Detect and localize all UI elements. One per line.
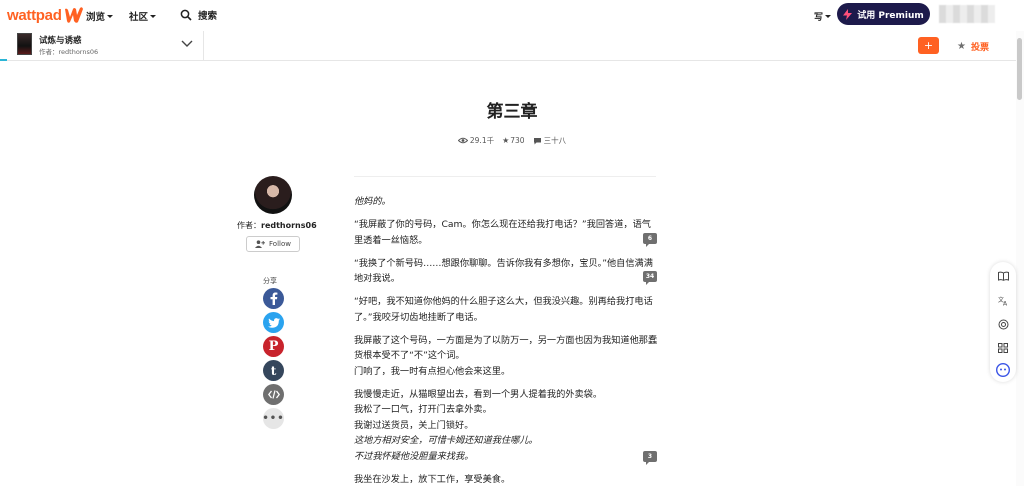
more-icon[interactable]: ••• [262,408,284,429]
translate-icon[interactable]: 文A [997,294,1009,306]
story-author: 作者：redthorns06 [39,48,99,56]
divider [203,31,204,61]
chapter-paragraph: 我谢过送货员，关上门锁好。 [354,419,474,431]
votes-count: ★ 730 [502,136,525,145]
chapter-paragraph: 我松了一口气，打开门去拿外卖。 [354,404,492,415]
scrollbar-thumb[interactable] [1017,38,1022,100]
chevron-down-icon[interactable] [181,39,193,49]
premium-label: 试用 Premium [857,10,924,21]
author-name-line: 作者：redthorns06 [237,220,317,231]
wattpad-logo[interactable]: wattpad [7,6,85,24]
inline-comment-badge[interactable]: 34 [643,271,657,285]
chapter-paragraph: “好吧，我不知道你他妈的什么胆子这么大，但我没兴趣。别再给我打电话了。”我咬牙切… [354,296,653,323]
try-premium-button[interactable]: 试用 Premium [837,3,930,25]
search-icon [180,9,192,21]
pinterest-icon[interactable]: P [263,336,284,357]
chapter-content: 他妈的。 “我屏蔽了你的号码，Cam。你怎么现在还给我打电话？”我回答道，语气里透… [354,194,659,486]
chapter-paragraph: 我慢慢走近，从猫眼望出去，看到一个男人提着我的外卖袋。 [354,388,603,400]
divider [354,176,656,177]
facebook-icon[interactable] [263,288,284,309]
chapter-stats: 29.1千 ★ 730 三十八 [0,135,1024,146]
chapter-paragraph: 这地方相对安全，可惜卡姆还知道我住哪儿。 [354,435,538,446]
star-icon: ★ [957,41,966,52]
author-prefix: 作者： [237,221,261,230]
write-menu[interactable]: 写 [814,10,832,23]
star-icon: ★ [502,136,510,145]
chapter-paragraph: 他妈的。 [354,196,391,207]
floating-toolbar: 文A [990,262,1016,382]
add-user-icon [255,240,266,248]
author-avatar[interactable] [254,176,292,214]
vote-button[interactable]: ★ 投票 [957,40,989,53]
story-title[interactable]: 试炼与诱惑 [39,34,82,46]
inline-comment-badge[interactable]: 6 [643,233,657,247]
apps-grid-icon[interactable] [997,342,1009,354]
search-label: 搜索 [198,11,218,22]
vote-label: 投票 [970,43,989,53]
tumblr-icon[interactable]: t [263,360,284,381]
reading-progress-bar [0,59,7,61]
chapter-paragraph: 我屏蔽了这个号码，一方面是为了以防万一，另一方面也因为我知道他那蠢货根本受不了“… [354,334,658,362]
chapter-paragraph: “我屏蔽了你的号码，Cam。你怎么现在还给我打电话？”我回答道，语气里透着一丝恼… [354,219,651,246]
lightning-icon [843,8,853,20]
logo-text: wattpad [7,6,62,24]
follow-label: Follow [269,240,291,248]
chapter-title: 第三章 [486,102,538,122]
chapter-paragraph: 门响了，我一时有点担心他会来这里。 [354,365,511,377]
follow-button[interactable]: Follow [246,236,300,252]
story-info-bar: 试炼与诱惑 作者：redthorns06 + ★ 投票 [0,31,1024,61]
book-icon[interactable] [997,270,1009,282]
embed-icon[interactable] [263,384,284,405]
chapter-paragraph: 我坐在沙发上，放下工作，享受美食。 [354,473,511,485]
inline-comment-badge[interactable]: 3 [643,451,657,465]
reads-count: 29.1千 [457,135,495,146]
write-label: 写 [814,13,824,23]
comments-count: 三十八 [533,135,567,146]
reads-value: 29.1千 [469,136,495,145]
assistant-bot-icon[interactable] [996,363,1010,377]
story-cover-image[interactable] [17,33,32,55]
search-button[interactable]: 搜索 [180,8,217,22]
caret-down-icon [825,15,832,18]
user-profile-menu[interactable] [939,5,995,23]
nav-community-label: 社区 [129,12,149,23]
target-icon[interactable] [997,318,1009,330]
nav-browse[interactable]: 浏览 [86,9,114,23]
author-name[interactable]: redthorns06 [261,221,317,230]
wattpad-w-icon [64,7,83,23]
comments-value: 三十八 [543,136,567,145]
eye-icon [457,137,468,144]
top-navigation-bar: wattpad 浏览 社区 搜索 写 试用 Premium [0,0,1024,31]
nav-community[interactable]: 社区 [129,9,157,23]
twitter-icon[interactable] [263,312,284,333]
chapter-paragraph: 不过我怀疑他没胆量来找我。 [354,450,474,462]
add-to-library-button[interactable]: + [918,37,939,54]
svg-text:A: A [1003,300,1008,306]
caret-down-icon [150,14,157,18]
share-label: 分享 [263,277,277,285]
chapter-paragraph: “我换了个新号码……想跟你聊聊。告诉你我有多想你，宝贝。”他自信满满地对我说。 [354,257,653,285]
caret-down-icon [107,14,114,18]
nav-browse-label: 浏览 [86,12,106,23]
comment-icon [533,137,541,144]
votes-value: 730 [510,136,525,145]
